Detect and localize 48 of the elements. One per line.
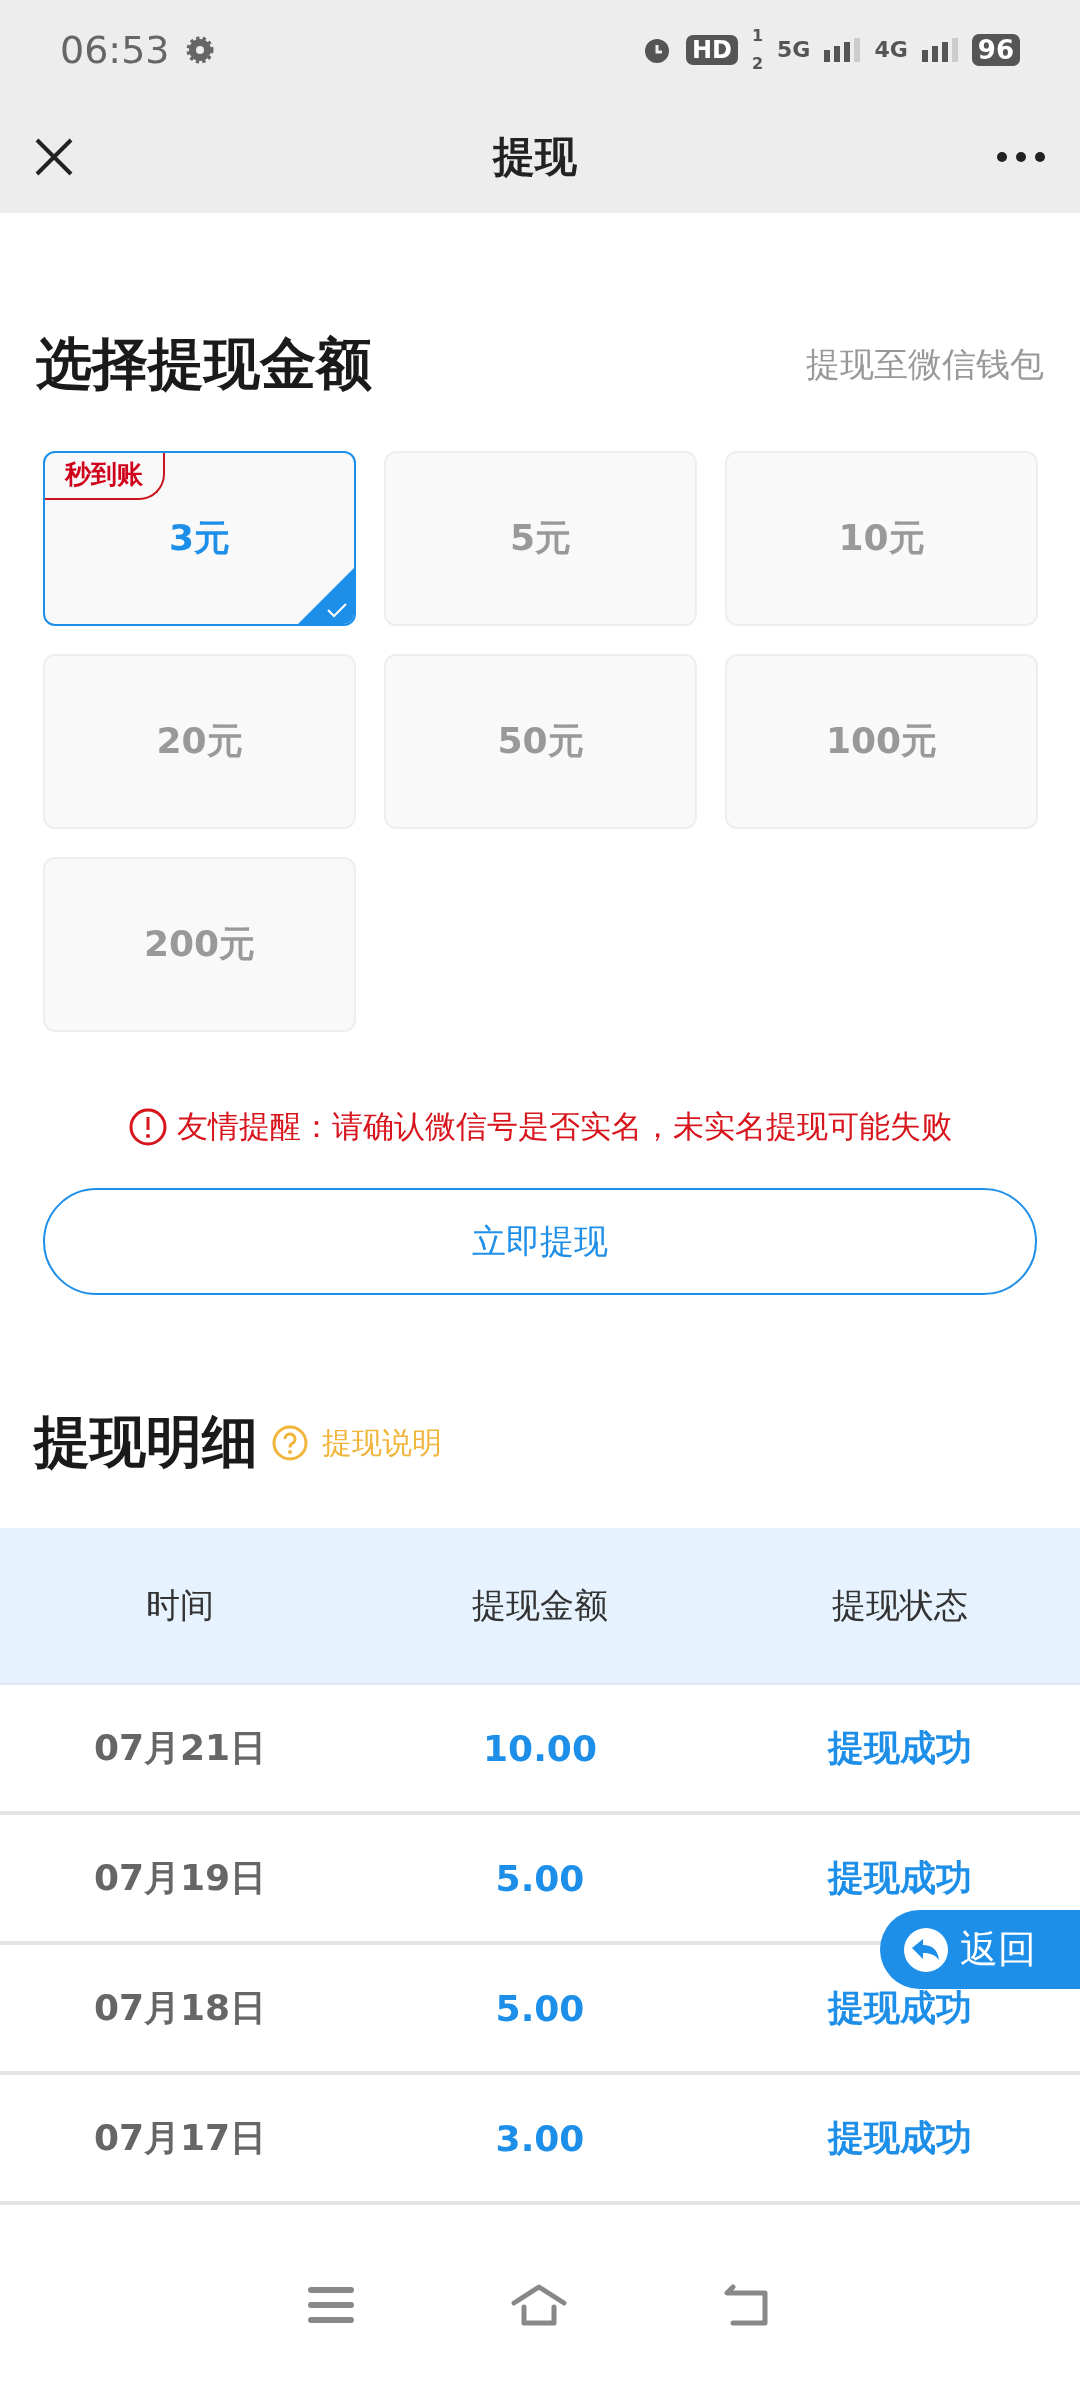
amount-option[interactable]: 50元 (384, 654, 697, 829)
status-time: 06:53 (60, 28, 170, 72)
table-cell-text: 07月17日 (93, 2115, 267, 2160)
amount-option[interactable]: 5元 (384, 451, 697, 626)
column-header: 提现金额 (472, 1583, 608, 1627)
check-icon (298, 568, 354, 624)
network-label: 5G (777, 39, 811, 61)
column-header: 时间 (146, 1583, 214, 1627)
return-icon (902, 1925, 950, 1974)
hd-badge: HD (685, 35, 738, 65)
close-icon[interactable] (34, 136, 74, 177)
section-title: 提现明细 (34, 1408, 258, 1476)
table-cell: 5.00 (495, 1987, 585, 2029)
amount-option[interactable]: 200元 (43, 857, 356, 1032)
signal-icon (824, 38, 861, 62)
amount-option[interactable]: 20元 (43, 654, 356, 829)
more-icon[interactable] (996, 150, 1046, 163)
notice-text: 友情提醒：请确认微信号是否实名，未实名提现可能失败 (176, 1107, 952, 1146)
table-cell-text: 提现成功 (828, 1855, 972, 1900)
amount-option[interactable]: 3元 秒到账 (43, 451, 356, 626)
table-cell: 3.00 (495, 2117, 585, 2159)
table-cell-text: 07月21日 (93, 1725, 267, 1770)
table-cell-text: 提现成功 (828, 2115, 972, 2160)
amount-option[interactable]: 10元 (725, 451, 1038, 626)
home-icon[interactable] (510, 2283, 568, 2327)
battery-level: 96 (971, 34, 1020, 66)
network-label: 4G (874, 39, 908, 61)
table-cell: 10.00 (483, 1727, 597, 1769)
column-header: 提现状态 (832, 1583, 968, 1627)
table-cell-text: 07月18日 (93, 1985, 267, 2030)
menu-icon[interactable] (307, 2285, 356, 2325)
gear-icon (185, 36, 214, 64)
withdraw-button[interactable]: 立即提现 (43, 1188, 1037, 1295)
instant-tag: 秒到账 (45, 453, 165, 500)
warning-icon (128, 1108, 167, 1146)
table-cell-text: 提现成功 (828, 1725, 972, 1770)
signal-icon (921, 38, 958, 62)
amount-option[interactable]: 100元 (725, 654, 1038, 829)
table-cell-text: 07月19日 (93, 1855, 267, 1900)
help-icon[interactable] (272, 1425, 308, 1461)
destination-label: 提现至微信钱包 (806, 343, 1044, 386)
section-title: 选择提现金额 (36, 330, 372, 398)
return-button[interactable]: 返回 (880, 1910, 1080, 1989)
sim-number: 2 (751, 56, 764, 72)
sim-number: 1 (751, 28, 764, 44)
help-link[interactable]: 提现说明 (322, 1422, 442, 1464)
page-title: 提现 (493, 130, 577, 183)
table-cell: 5.00 (495, 1857, 585, 1899)
